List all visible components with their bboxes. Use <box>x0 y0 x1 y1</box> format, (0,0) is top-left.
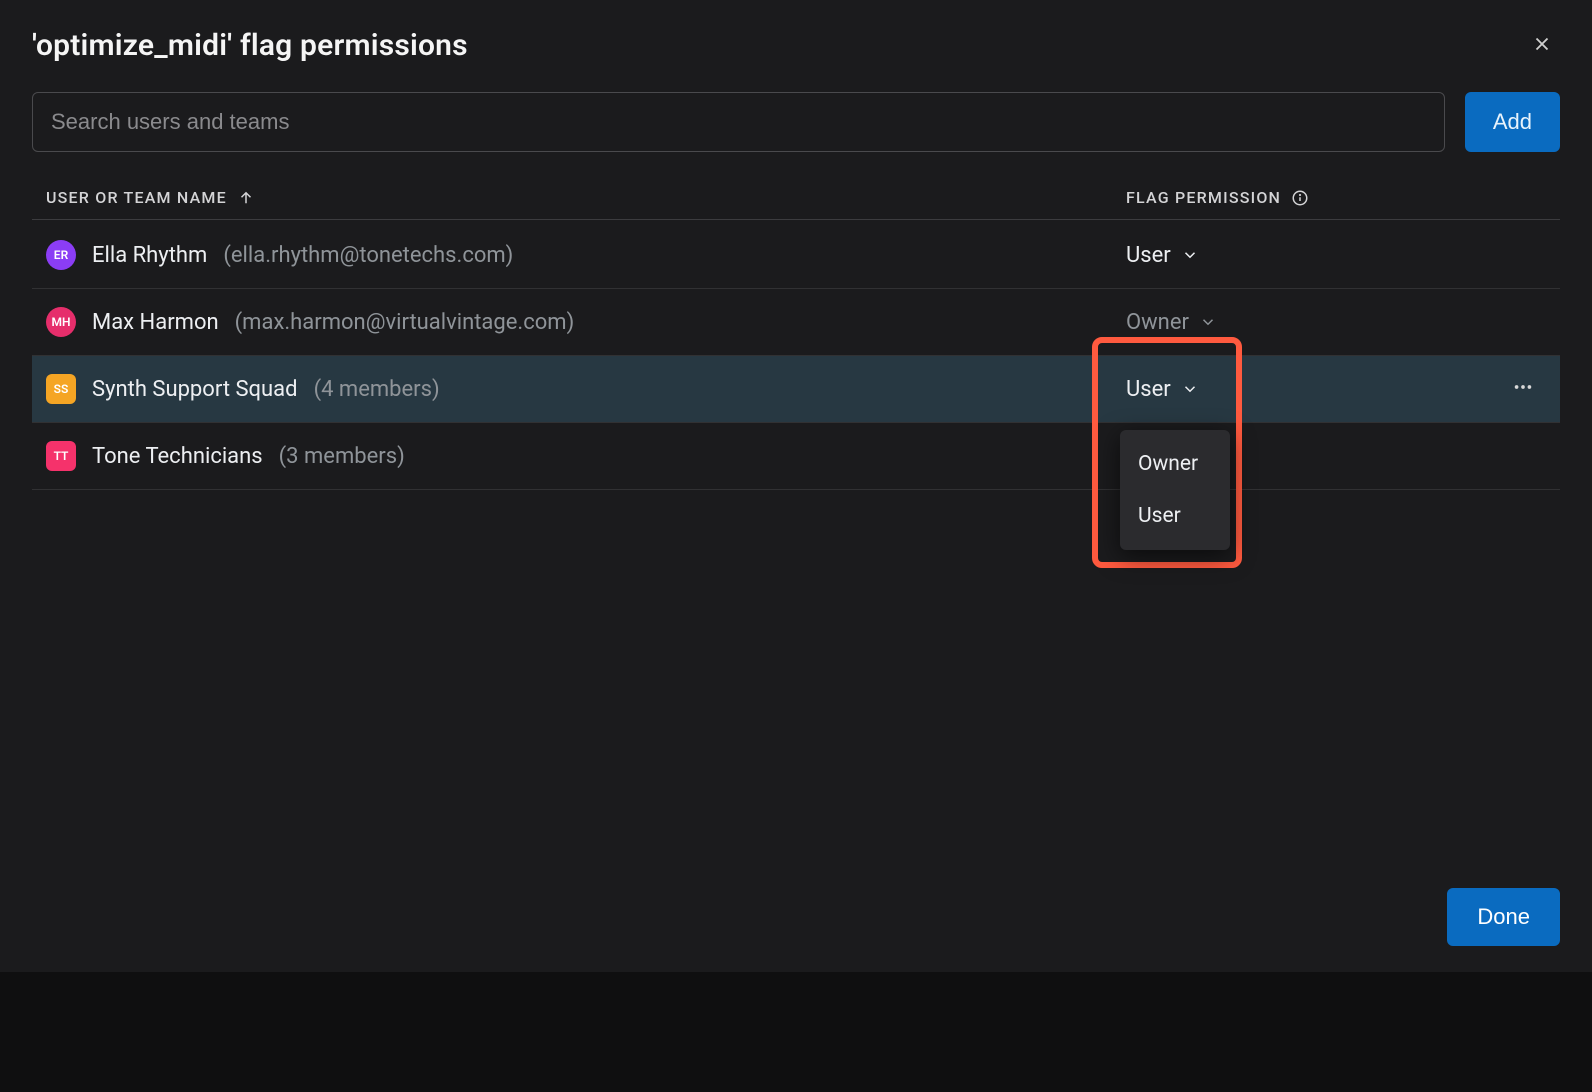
permission-value: Owner <box>1126 310 1189 335</box>
done-button[interactable]: Done <box>1447 888 1560 946</box>
table-row[interactable]: ER Ella Rhythm (ella.rhythm@tonetechs.com… <box>32 222 1560 289</box>
chevron-down-icon <box>1181 380 1199 398</box>
entity-name: Max Harmon <box>92 310 219 335</box>
permission-value: User <box>1126 377 1171 402</box>
name-cell: SS Synth Support Squad (4 members) <box>46 374 1126 404</box>
name-cell: MH Max Harmon (max.harmon@virtualvintage.… <box>46 307 1126 337</box>
entity-name: Ella Rhythm <box>92 243 207 268</box>
entity-name: Synth Support Squad <box>92 377 298 402</box>
avatar: SS <box>46 374 76 404</box>
avatar: ER <box>46 240 76 270</box>
modal-title: 'optimize_midi' flag permissions <box>32 28 468 63</box>
column-header-name[interactable]: USER OR TEAM NAME <box>46 188 1126 207</box>
add-button[interactable]: Add <box>1465 92 1560 152</box>
more-icon <box>1512 383 1534 402</box>
permission-dropdown-menu[interactable]: OwnerUser <box>1120 430 1230 550</box>
table-header: USER OR TEAM NAME FLAG PERMISSION <box>32 176 1560 220</box>
permission-cell: Owner <box>1126 310 1546 335</box>
permission-dropdown[interactable]: User <box>1126 243 1199 268</box>
entity-detail: (ella.rhythm@tonetechs.com) <box>223 243 513 268</box>
entity-detail: (4 members) <box>314 377 440 402</box>
chevron-down-icon <box>1199 313 1217 331</box>
row-actions-button[interactable] <box>1512 376 1534 402</box>
entity-detail: (3 members) <box>279 444 405 469</box>
permission-cell: User <box>1126 243 1546 268</box>
permission-dropdown[interactable]: Owner <box>1126 310 1217 335</box>
dropdown-option[interactable]: Owner <box>1120 438 1230 490</box>
close-button[interactable] <box>1524 28 1560 64</box>
search-input[interactable] <box>32 92 1445 152</box>
info-icon[interactable] <box>1291 189 1309 207</box>
column-header-permission[interactable]: FLAG PERMISSION <box>1126 188 1546 207</box>
close-icon <box>1531 33 1553 59</box>
modal-header: 'optimize_midi' flag permissions <box>32 28 1560 64</box>
permissions-table-body: ER Ella Rhythm (ella.rhythm@tonetechs.com… <box>32 222 1560 490</box>
permission-dropdown[interactable]: User <box>1126 377 1199 402</box>
dropdown-option[interactable]: User <box>1120 490 1230 542</box>
table-row[interactable]: TTTone Technicians (3 members)User <box>32 423 1560 490</box>
name-cell: TT Tone Technicians (3 members) <box>46 441 1126 471</box>
entity-name: Tone Technicians <box>92 444 263 469</box>
permission-cell: User <box>1126 377 1546 402</box>
table-row[interactable]: MH Max Harmon (max.harmon@virtualvintage.… <box>32 289 1560 356</box>
chevron-down-icon <box>1181 246 1199 264</box>
table-row[interactable]: SS Synth Support Squad (4 members) User <box>32 356 1560 423</box>
name-cell: ER Ella Rhythm (ella.rhythm@tonetechs.com… <box>46 240 1126 270</box>
avatar: MH <box>46 307 76 337</box>
column-name-label: USER OR TEAM NAME <box>46 188 227 207</box>
permission-value: User <box>1126 243 1171 268</box>
entity-detail: (max.harmon@virtualvintage.com) <box>235 310 575 335</box>
avatar: TT <box>46 441 76 471</box>
column-perm-label: FLAG PERMISSION <box>1126 188 1281 207</box>
modal-footer: Done <box>1447 888 1560 946</box>
sort-ascending-icon <box>237 189 255 207</box>
search-row: Add <box>32 92 1560 152</box>
permissions-modal: 'optimize_midi' flag permissions Add USE… <box>0 0 1592 972</box>
